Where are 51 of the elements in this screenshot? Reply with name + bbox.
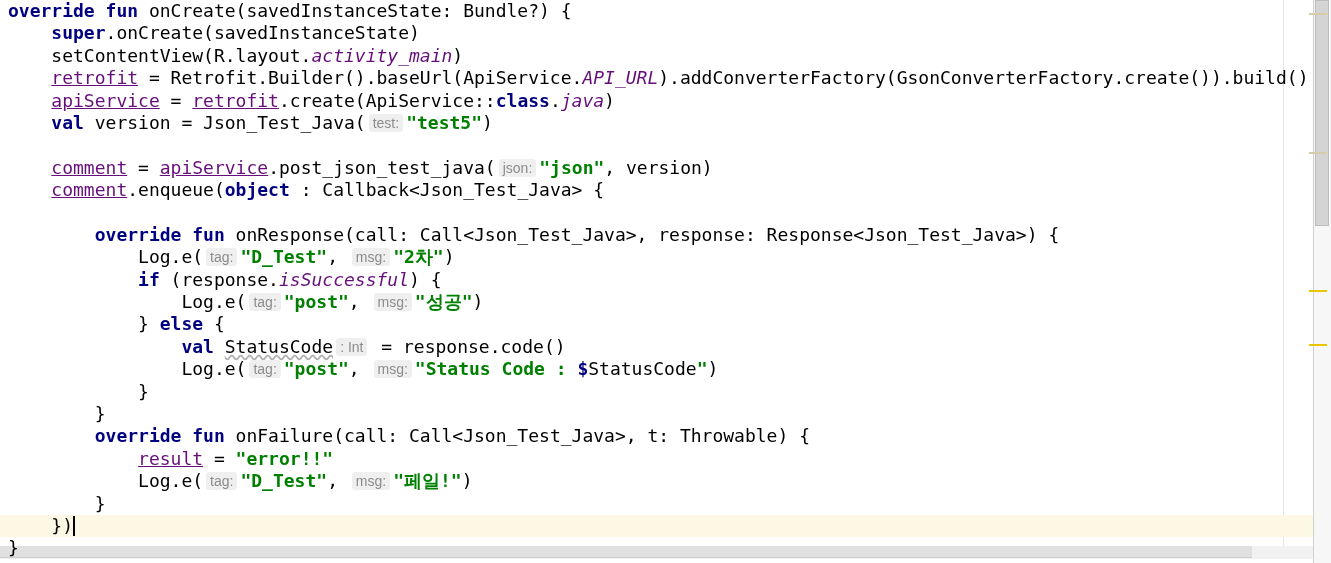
parameter-hint: msg: [351,472,391,491]
parameter-hint: : Int [336,338,368,357]
code-text: comment = apiService.post_json_test_java( [50,156,496,180]
code-text: Log.e( [180,358,247,381]
code-text: comment.enqueue(object : Callback<Json_Test_Java> { [50,179,605,202]
code-text: Log.e( [180,291,247,314]
code-text: } else { [137,313,225,336]
code-text: override fun onResponse(call: Call<Json_Test_Java>, response: Response<Json_Test_Java>) { [93,223,1060,247]
code-text: "D_Test", [240,246,339,269]
code-text: Log.e( [137,470,204,493]
code-text: "Status Code : $StatusCode") [414,358,719,381]
code-text: val version = Json_Test_Java( [50,111,366,135]
vertical-scrollbar-thumb[interactable] [1315,0,1329,226]
code-text: = response.code() [380,335,566,359]
code-text: setContentView(R.layout.activity_main) [50,44,464,68]
code-text: "test5") [406,111,493,135]
code-text: "post", [283,291,361,314]
code-text: super.onCreate(savedInstanceState) [50,22,420,45]
error-stripe-mark[interactable] [1309,13,1327,15]
parameter-hint: msg: [373,293,412,312]
code-text: result = "error!!" [137,447,334,471]
code-text: val StatusCode [180,335,334,359]
parameter-hint: msg: [351,248,391,267]
text-caret [73,516,76,537]
code-text: } [137,380,149,404]
code-text: override fun onCreate(savedInstanceState: Bundle?) { [8,0,572,23]
code-text: override fun onFailure(call: Call<Json_Test_Java>, t: Throwable) { [93,425,810,448]
code-text: apiService = retrofit.create(ApiService::class.java) [50,89,615,112]
parameter-hint: tag: [249,360,281,379]
parameter-hint: json: [498,158,537,177]
code-text: if (response.isSuccessful) { [137,268,442,292]
parameter-hint: tag: [206,248,238,267]
code-text: "페일!") [393,470,473,493]
code-text: } [93,403,106,426]
parameter-hint: msg: [373,360,412,379]
code-text: "D_Test", [240,470,339,493]
parameter-hint: test: [368,114,404,133]
code-text: "json", version) [539,156,713,180]
code-text: "성공") [414,291,484,314]
error-stripe-mark[interactable] [1309,344,1327,346]
code-text: Log.e( [137,246,204,269]
parameter-hint: tag: [249,293,281,312]
code-text: }) [50,515,74,538]
error-stripe-mark[interactable] [1309,290,1327,292]
error-stripe-mark[interactable] [1309,152,1327,154]
code-text: } [93,492,106,515]
parameter-hint: tag: [206,472,238,491]
code-text: "post", [283,358,361,381]
code-text: "2차") [393,246,455,269]
code-text: } [8,537,19,560]
code-text: retrofit = Retrofit.Builder().baseUrl(ApiService.API_URL).addConverterFactory(GsonConverterFactory.create()).build() [50,67,1309,90]
